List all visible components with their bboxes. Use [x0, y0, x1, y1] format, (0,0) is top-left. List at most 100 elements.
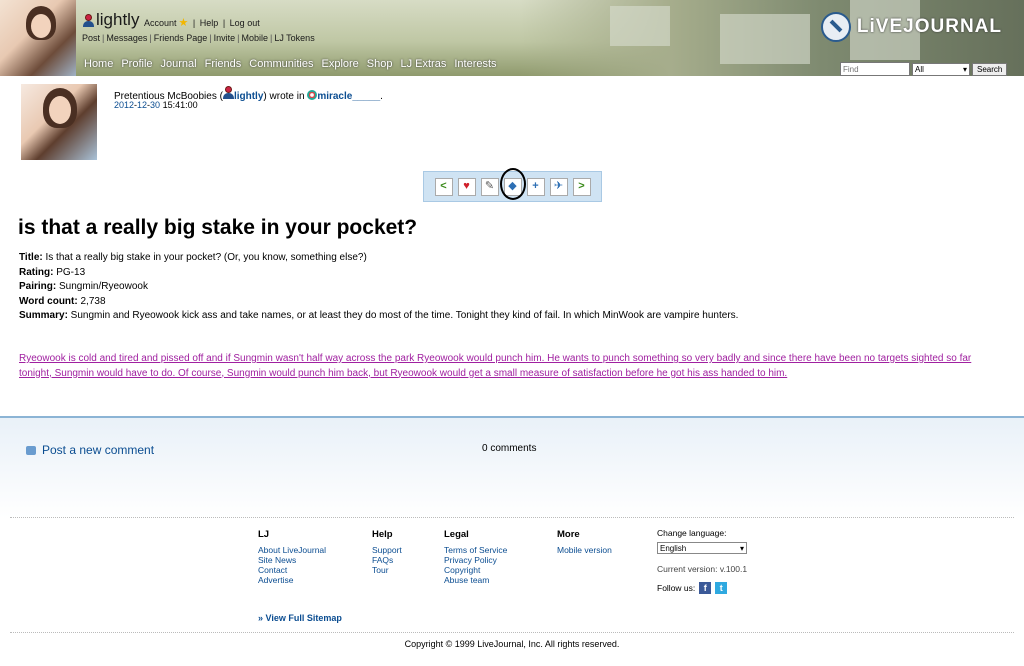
footer-link[interactable]: Tour [372, 565, 402, 575]
separator: | [192, 18, 196, 28]
logout-link[interactable]: Log out [230, 18, 260, 28]
twitter-icon[interactable]: t [715, 582, 728, 594]
version-label: Current version: [657, 564, 718, 574]
account-link[interactable]: Account [144, 18, 177, 28]
plus-icon[interactable]: + [526, 177, 545, 196]
footer-link[interactable]: Advertise [258, 575, 326, 585]
separator: | [222, 18, 226, 28]
nav-communities[interactable]: Communities [245, 58, 317, 70]
footer-col-title: Help [372, 529, 393, 540]
nav-friends[interactable]: Friends [201, 58, 246, 70]
user-icon [222, 86, 234, 99]
header-username[interactable]: lightly [96, 10, 139, 30]
current-version: Current version: v.100.1 [657, 564, 747, 574]
comment-bubble-icon [26, 445, 36, 455]
date-month-link[interactable]: 12 [137, 100, 147, 110]
facebook-icon[interactable]: f [699, 582, 712, 594]
footer-col-title: Legal [444, 529, 469, 540]
footer-link[interactable]: Support [372, 545, 402, 555]
pin-icon[interactable]: ✈ [549, 177, 568, 196]
footer-link[interactable]: Copyright [444, 565, 507, 575]
nav-profile[interactable]: Profile [117, 58, 156, 70]
heart-icon[interactable]: ♥ [457, 177, 476, 196]
separator: | [102, 33, 105, 43]
footer-link[interactable]: About LiveJournal [258, 545, 326, 555]
version-value: v.100.1 [719, 564, 748, 574]
user-icon [83, 13, 94, 27]
avatar-face [31, 14, 51, 38]
subnav-invite[interactable]: Invite [214, 33, 236, 43]
search-scope-value: All [915, 64, 924, 74]
next-arrow-icon[interactable]: > [572, 177, 591, 196]
main-nav: Home Profile Journal Friends Communities… [80, 58, 501, 70]
meta-label: Title: [19, 252, 43, 263]
separator: | [237, 33, 240, 43]
comments-section: Post a new comment 0 comments [0, 416, 1024, 518]
copyright: Copyright © 1999 LiveJournal, Inc. All r… [404, 639, 620, 649]
language-value: English [660, 543, 687, 553]
subnav-mobile[interactable]: Mobile [241, 33, 268, 43]
change-language-label: Change language: [657, 528, 727, 538]
subnav-friends-page[interactable]: Friends Page [154, 33, 208, 43]
post-meta: Title: Is that a really big stake in you… [19, 251, 738, 324]
community-link[interactable]: miracle_____ [317, 91, 380, 102]
search-button[interactable]: Search [972, 62, 1008, 76]
account-links: Account ★ | Help | Log out [144, 16, 262, 29]
footer-language: Change language: English ▾ Current versi… [657, 528, 747, 594]
chevron-down-icon: ▾ [962, 64, 967, 74]
meta-label: Rating: [19, 266, 54, 278]
pencil-icon[interactable]: ✎ [480, 177, 499, 196]
header-building-shape [720, 14, 810, 64]
header-building-shape [610, 6, 670, 46]
nav-home[interactable]: Home [80, 58, 117, 70]
footer-link[interactable]: Abuse team [444, 575, 507, 585]
footer-link[interactable]: Mobile version [557, 545, 612, 555]
search-scope-select[interactable]: All ▾ [912, 62, 970, 76]
separator: | [209, 33, 212, 43]
follow-label: Follow us: [657, 583, 696, 593]
subnav-post[interactable]: Post [82, 33, 100, 43]
meta-value: Sungmin/Ryeowook [56, 281, 148, 292]
header-avatar[interactable] [0, 0, 76, 76]
header-subnav: Post | Messages | Friends Page | Invite | Mobile… [82, 33, 315, 43]
separator: | [269, 33, 273, 43]
nav-shop[interactable]: Shop [363, 58, 397, 70]
footer-col-legal: Legal Terms of Service Privacy Policy Co… [444, 529, 507, 586]
help-link[interactable]: Help [200, 18, 219, 28]
star-icon: ★ [178, 17, 189, 29]
nav-journal[interactable]: Journal [157, 58, 201, 70]
meta-pairing-row: Pairing: Sungmin/Ryeowook [19, 280, 738, 295]
entry-time: 15:41:00 [162, 100, 198, 110]
poster-username-link[interactable]: lightly [234, 91, 263, 102]
footer-link[interactable]: Terms of Service [444, 545, 507, 555]
follow-us: Follow us: f t [657, 582, 747, 594]
view-full-sitemap-link[interactable]: » View Full Sitemap [258, 613, 342, 623]
post-new-comment-link[interactable]: Post a new comment [42, 443, 154, 457]
date-day-link[interactable]: 30 [150, 100, 160, 110]
prev-arrow-icon[interactable]: < [434, 177, 453, 196]
post-body-link[interactable]: Ryeowook is cold and tired and pissed of… [19, 352, 989, 381]
subnav-messages[interactable]: Messages [106, 33, 147, 43]
footer-link[interactable]: Site News [258, 555, 326, 565]
post-comment[interactable]: Post a new comment [26, 443, 154, 457]
meta-value: PG-13 [53, 266, 86, 278]
footer-link[interactable]: FAQs [372, 555, 402, 565]
chevron-down-icon: ▾ [739, 543, 744, 553]
language-select[interactable]: English ▾ [657, 542, 747, 554]
footer-link[interactable]: Contact [258, 565, 326, 575]
date-year-link[interactable]: 2012 [114, 100, 134, 110]
nav-explore[interactable]: Explore [317, 58, 362, 70]
meta-value: Sungmin and Ryeowook kick ass and take n… [67, 310, 739, 321]
livejournal-logo[interactable]: LiVEJOURNAL [820, 12, 1002, 42]
footer-link[interactable]: Privacy Policy [444, 555, 507, 565]
header-user[interactable]: lightly [83, 10, 139, 30]
entry-userpic[interactable] [21, 84, 97, 160]
meta-rating-row: Rating: PG-13 [19, 266, 738, 281]
nav-lj-extras[interactable]: LJ Extras [396, 58, 450, 70]
search-input[interactable] [840, 62, 910, 76]
meta-label: Summary: [19, 310, 68, 321]
subnav-lj-tokens[interactable]: LJ Tokens [274, 33, 314, 43]
nav-interests[interactable]: Interests [450, 58, 500, 70]
logo-text: LiVEJOURNAL [856, 16, 1002, 37]
wrote-in-text: wrote in [269, 91, 305, 102]
